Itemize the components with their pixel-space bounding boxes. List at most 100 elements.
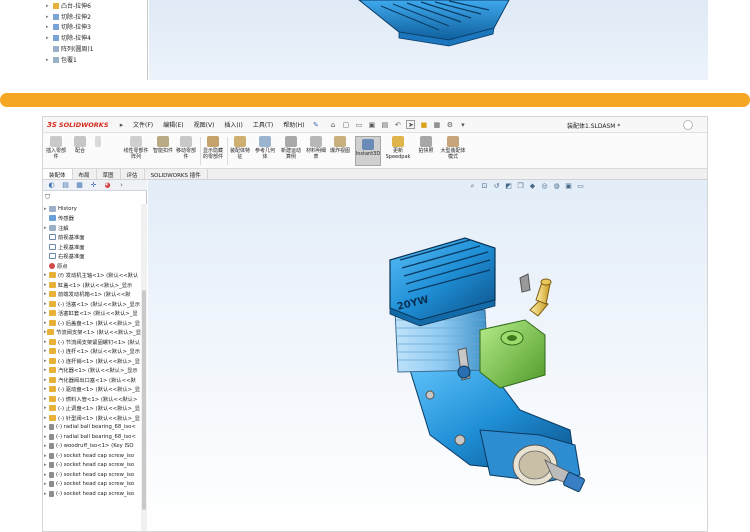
caret-right-icon[interactable]: ▸ [46,3,51,9]
filter-icon[interactable]: ⛉ [45,193,50,202]
update-speedpak-button[interactable]: 更新Speedpak [383,136,413,160]
scene-icon[interactable]: ▣ [564,182,573,190]
tab-sketch[interactable]: 草图 [97,169,121,179]
smart-fasteners-button[interactable]: 智能扣件 [153,136,173,154]
hide-show-icon[interactable]: ◎ [540,182,549,190]
expand-arrow-icon[interactable]: ▸ [117,120,126,129]
menu-edit[interactable]: 编辑(E) [158,120,188,129]
mate-button[interactable]: 配合 [71,136,89,154]
graphics-area[interactable]: ⌕ ⊡ ↺ ◩ ❒ ◆ ◎ ◍ ▣ ▭ 20YW [148,180,707,531]
tree-item-component[interactable]: ▸ 汽化器阀出口塞<1> (默认<<默 [43,375,141,384]
engine-model[interactable]: 20YW [370,220,610,530]
tab-layout[interactable]: 布局 [73,169,97,179]
move-component-button[interactable]: 移动零部件 [175,136,197,160]
instant3d-button[interactable]: Instant3D [355,136,381,166]
bill-of-materials-button[interactable]: 材料明细表 [305,136,327,160]
open-folder-icon[interactable]: ▭ [354,120,363,129]
tree-item[interactable]: ▸ 凸台-拉伸6 [46,0,91,11]
tree-item-component[interactable]: ▸ 活塞缸套<1> (默认<<默认>_显 [43,309,141,318]
view-settings-icon[interactable]: ▭ [576,182,585,190]
tree-item[interactable]: ▸ 包覆1 [46,54,77,65]
tree-item-component[interactable]: ▸ (-) 针型阀<1> (默认<<默认>_显 [43,413,141,422]
tree-item-sensors[interactable]: 传感器 [43,214,141,223]
more-arrow-button[interactable] [91,136,105,148]
tree-item-top-plane[interactable]: 上视基准面 [43,242,141,251]
tree-item-component[interactable]: ▸ 汽化器<1> (默认<<默认>_显示 [43,366,141,375]
dropdown-icon[interactable]: ▾ [458,120,467,129]
caret-right-icon[interactable]: ▸ [46,57,51,63]
display-style-icon[interactable]: ◆ [528,182,537,190]
tree-item-component[interactable]: ▸ (-) socket head cap screw_iso [43,470,141,479]
tree-item-component[interactable]: ▸ (-) 燃料入管<1> (默认<<默认> [43,394,141,403]
tree-item-origin[interactable]: 原点 [43,261,141,270]
tab-solidworks-addins[interactable]: SOLIDWORKS 插件 [145,169,208,179]
caret-right-icon[interactable]: ▸ [46,24,51,30]
new-document-icon[interactable]: ▢ [341,120,350,129]
show-hidden-components-button[interactable]: 显示隐藏的零部件 [201,136,225,160]
menu-help[interactable]: 帮助(H) [278,120,309,129]
solidworks-logo[interactable]: 3S SOLIDWORKS [47,121,113,129]
panel-arrow-icon[interactable]: › [117,181,126,190]
tree-item-right-plane[interactable]: 右视基准面 [43,252,141,261]
search-icon[interactable] [683,120,693,130]
tree-item-component[interactable]: ▸ (-) 后盖盘<1> (默认<<默认>_显 [43,318,141,327]
tree-item[interactable]: ▸ 切除-拉伸3 [46,21,91,32]
tree-item-component[interactable]: ▸ (-) 连杆<1> (默认<<默认>_显示 [43,347,141,356]
tree-item-component[interactable]: ▸ (-) socket head cap screw_iso [43,480,141,489]
linear-pattern-button[interactable]: 线性零部件阵列 [123,136,149,160]
tree-item-component[interactable]: ▸ (-) radial ball bearing_68_iso< [43,423,141,432]
undo-icon[interactable]: ↶ [393,120,402,129]
caret-right-icon[interactable]: ▸ [46,35,51,41]
rebuild-icon[interactable]: ■ [419,120,428,129]
tree-item-component[interactable]: ▸ (-) socket head cap screw_iso [43,461,141,470]
tree-item-component[interactable]: ▸ 前端发动机箱<1> (默认<<默 [43,290,141,299]
caret-right-icon[interactable]: ▸ [46,14,51,20]
tree-item-component[interactable]: ▸ (-) 活塞<1> (默认<<默认>_显示 [43,299,141,308]
previous-view-icon[interactable]: ↺ [492,182,501,190]
configuration-manager-tab-icon[interactable]: ▦ [75,181,84,190]
tree-item-component[interactable]: ▸ (-) 驱动盘<1> (默认<<默认>_显 [43,385,141,394]
tree-item-component[interactable]: ▸ (-) radial ball bearing_68_iso< [43,432,141,441]
menu-insert[interactable]: 插入(I) [219,120,247,129]
take-snapshot-button[interactable]: 拍快照 [415,136,437,154]
tab-evaluate[interactable]: 评估 [121,169,145,179]
new-motion-study-button[interactable]: 新建运动算例 [279,136,303,160]
tree-item-component[interactable]: ▸ 缸盖<1> (默认<<默认>_显示 [43,280,141,289]
section-view-icon[interactable]: ◩ [504,182,513,190]
tree-item-component[interactable]: ▸ (f) 发动机主轴<1> (默认<<默认 [43,271,141,280]
property-manager-tab-icon[interactable]: ▤ [61,181,70,190]
dimxpert-tab-icon[interactable]: ✛ [89,181,98,190]
tree-item-component[interactable]: ▸ (-) socket head cap screw_iso [43,451,141,460]
tree-item-history[interactable]: ▸ History [43,204,141,213]
exploded-view-button[interactable]: 爆炸视图 [329,136,351,154]
tree-item-component[interactable]: ▸ (-) woodruff_iso<1> (Key ISO [43,442,141,451]
feature-manager-tab-icon[interactable]: ◐ [47,181,56,190]
menu-file[interactable]: 文件(F) [128,120,158,129]
options-gear-icon[interactable]: ⚙ [445,120,454,129]
tree-item-annotations[interactable]: ▸ 注解 [43,223,141,232]
reference-geometry-button[interactable]: 参考几何体 [253,136,277,160]
menu-view[interactable]: 视图(V) [189,120,220,129]
tree-item-front-plane[interactable]: 前视基准面 [43,233,141,242]
file-properties-icon[interactable]: ▦ [432,120,441,129]
tab-assembly[interactable]: 装配体 [43,169,73,179]
home-icon[interactable]: ⌂ [328,120,337,129]
select-cursor-icon[interactable]: ➤ [406,120,416,129]
tree-item-component[interactable]: ▸ 节流阀支架<1> (默认<<默认>_显 [43,328,141,337]
insert-component-button[interactable]: 插入零部件 [45,136,67,160]
zoom-to-fit-icon[interactable]: ⌕ [468,182,477,190]
assembly-features-button[interactable]: 装配体特征 [229,136,251,160]
tree-scrollbar-thumb[interactable] [142,290,146,510]
tree-item-component[interactable]: ▸ (-) 连杆销<1> (默认<<默认>_显 [43,356,141,365]
zoom-area-icon[interactable]: ⊡ [480,182,489,190]
tree-item[interactable]: ▸ 切除-拉伸4 [46,32,91,43]
tree-item-component[interactable]: ▸ (-) socket head cap screw_iso [43,489,141,498]
tree-item[interactable]: 阵列(圆周)1 [46,43,94,54]
save-icon[interactable]: ▣ [367,120,376,129]
tree-item-component[interactable]: ▸ (-) 止调盘<1> (默认<<默认>_显 [43,404,141,413]
display-manager-tab-icon[interactable]: ◕ [103,181,112,190]
edit-appearance-icon[interactable]: ◍ [552,182,561,190]
view-orientation-icon[interactable]: ❒ [516,182,525,190]
pin-icon[interactable]: ✎ [311,120,320,129]
large-assembly-mode-button[interactable]: 大型装配体模式 [439,136,467,160]
